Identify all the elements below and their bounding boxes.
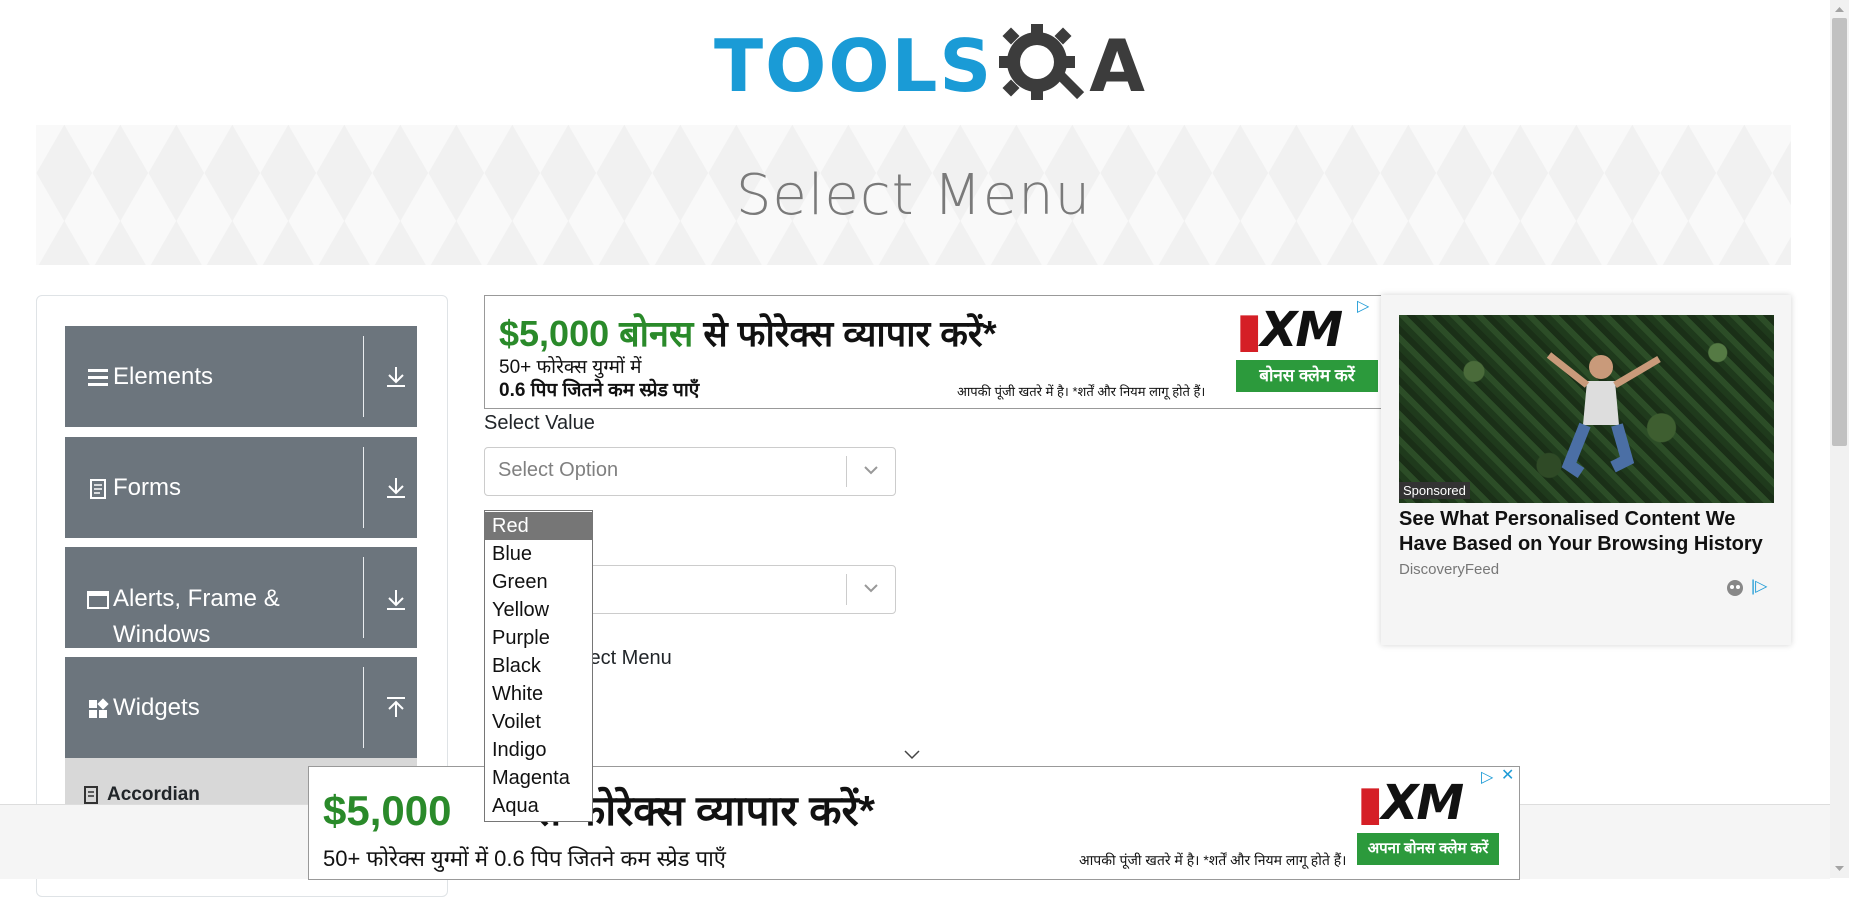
ad-amount: $5,000	[499, 313, 610, 354]
page-banner: Select Menu	[36, 125, 1791, 265]
sidebar-group-label: Alerts, Frame &	[113, 585, 280, 612]
option-item[interactable]: Voilet	[485, 708, 592, 736]
hamburger-icon	[88, 369, 108, 386]
ad-headline[interactable]: See What Personalised Content We Have Ba…	[1399, 507, 1779, 557]
jumping-person-image	[1546, 352, 1661, 478]
sidebar-group-label-line2: Windows	[113, 621, 211, 648]
toolsqa-logo[interactable]: TOOLS A	[714, 18, 1145, 114]
chevron-down-icon[interactable]	[902, 748, 922, 762]
option-item[interactable]: Green	[485, 568, 592, 596]
color-options-listbox[interactable]: Red Blue Green Yellow Purple Black White…	[484, 510, 593, 822]
dropdown-separator	[846, 456, 847, 487]
privacy-icon[interactable]	[1725, 578, 1745, 598]
ad-bonus-word: बोनस	[619, 313, 694, 354]
select-value-label: Select Value	[484, 412, 595, 434]
adchoices-icon[interactable]: ▷	[1481, 767, 1493, 787]
ad-disclaimer: आपकी पूंजी खतरे में है। *शर्तें और नियम …	[957, 384, 1206, 399]
sidebar-group-alerts[interactable]: Alerts, Frame & Windows	[65, 547, 417, 648]
sidebar-group-label: Elements	[113, 363, 214, 390]
chevron-down-icon	[864, 466, 878, 475]
download-icon[interactable]	[383, 364, 409, 390]
option-item[interactable]: White	[485, 680, 592, 708]
divider	[363, 336, 364, 417]
option-item[interactable]: Magenta	[485, 764, 592, 792]
adchoices-icon[interactable]: |▷	[1751, 576, 1767, 596]
xm-logo: ▮XM	[1357, 775, 1464, 831]
divider	[363, 667, 364, 748]
sponsored-ad-card[interactable]: Sponsored See What Personalised Content …	[1381, 295, 1791, 645]
ad-image[interactable]	[1399, 315, 1774, 503]
option-item[interactable]: Red	[485, 512, 592, 540]
option-item[interactable]: Black	[485, 652, 592, 680]
adchoices-icon[interactable]: ▷	[1357, 296, 1369, 316]
scroll-up-arrow-icon[interactable]	[1832, 2, 1847, 16]
select-value-dropdown[interactable]: Select Option	[484, 447, 896, 496]
ad-banner-top[interactable]: $5,000 बोनस से फोरेक्स व्यापार करें* 50+…	[484, 295, 1383, 409]
logo-text-a: A	[1089, 24, 1145, 108]
scroll-down-arrow-icon[interactable]	[1832, 862, 1847, 876]
ad-cta-button[interactable]: बोनस क्लेम करें	[1236, 360, 1378, 392]
sidebar-group-label: Forms	[113, 474, 181, 501]
page-title: Select Menu	[735, 162, 1092, 228]
close-icon[interactable]: ✕	[1501, 767, 1514, 785]
ad-headline-rest: से फोरेक्स व्यापार करें*	[703, 313, 997, 354]
download-icon[interactable]	[383, 475, 409, 501]
ad-line2: 50+ फोरेक्स युग्मों में 0.6 पिप जितने कम…	[323, 846, 726, 871]
download-icon[interactable]	[383, 587, 409, 613]
ad-headline: $5,000 से फोरेक्स व्यापार करें*	[323, 781, 875, 838]
document-icon	[84, 786, 98, 804]
logo-qa-mark: A	[993, 18, 1145, 114]
ad-amount: $5,000	[323, 787, 452, 834]
logo-text-tools: TOOLS	[714, 24, 994, 108]
sidebar-group-elements[interactable]: Elements	[65, 326, 417, 427]
chevron-down-icon	[864, 584, 878, 593]
divider	[363, 557, 364, 638]
ad-line3: 0.6 पिप जितने कम स्प्रेड पाएँ	[499, 380, 700, 401]
document-icon	[90, 479, 106, 499]
option-item[interactable]: Purple	[485, 624, 592, 652]
ad-source[interactable]: DiscoveryFeed	[1399, 561, 1499, 578]
xm-logo: ▮XM	[1236, 302, 1343, 358]
sponsored-badge: Sponsored	[1399, 482, 1470, 499]
option-item[interactable]: Aqua	[485, 792, 592, 820]
option-item[interactable]: Indigo	[485, 736, 592, 764]
widgets-icon	[89, 698, 109, 718]
sidebar-item-label: Accordian	[107, 784, 200, 805]
divider	[363, 447, 364, 528]
select-value-placeholder: Select Option	[498, 459, 619, 481]
ad-cta-button[interactable]: अपना बोनस क्लेम करें	[1357, 833, 1499, 865]
ad-headline: $5,000 बोनस से फोरेक्स व्यापार करें*	[499, 308, 997, 357]
window-icon	[87, 591, 109, 609]
ad-disclaimer: आपकी पूंजी खतरे में है। *शर्तें और नियम …	[1079, 852, 1347, 868]
scrollbar-thumb[interactable]	[1832, 18, 1847, 446]
sidebar-group-label: Widgets	[113, 694, 200, 721]
gear-magnifier-icon	[999, 24, 1085, 100]
old-select-menu-label: lect Menu	[585, 647, 672, 669]
sidebar-group-widgets[interactable]: Widgets	[65, 657, 417, 758]
option-item[interactable]: Yellow	[485, 596, 592, 624]
dropdown-separator	[846, 574, 847, 605]
upload-icon[interactable]	[383, 695, 409, 721]
option-item[interactable]: Blue	[485, 540, 592, 568]
sidebar-group-forms[interactable]: Forms	[65, 437, 417, 538]
